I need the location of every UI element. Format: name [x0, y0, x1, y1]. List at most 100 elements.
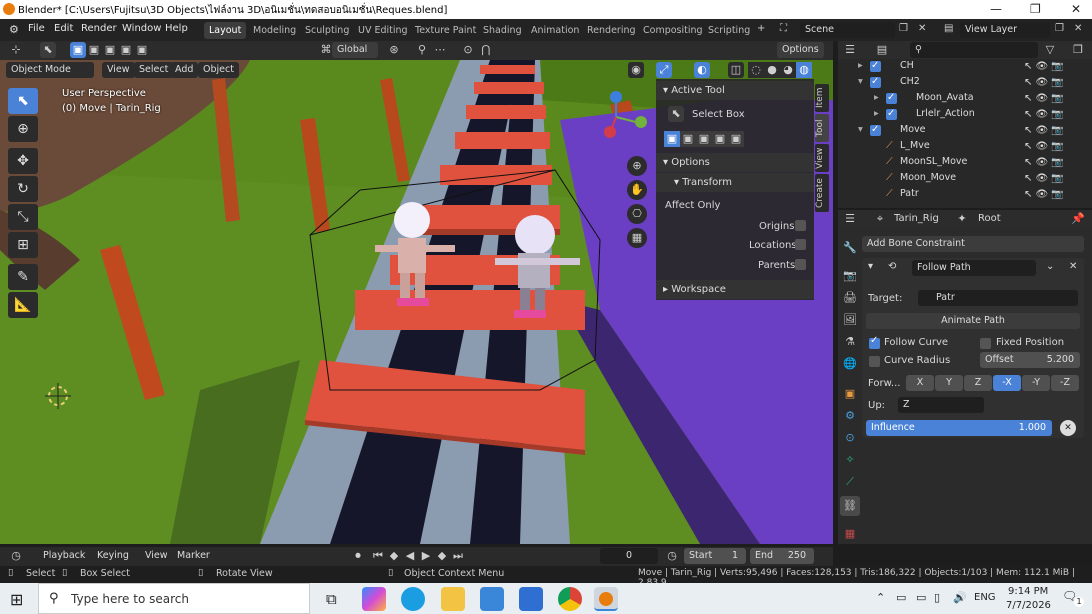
wireframe-shading-icon[interactable]: ◌ — [748, 62, 764, 78]
tab-sculpting[interactable]: Sculpting — [300, 22, 354, 39]
outliner-search-input[interactable]: ⚲ — [910, 42, 1038, 58]
render-tab-icon[interactable]: 📷 — [840, 266, 860, 286]
clock-date[interactable]: 7/7/2026 — [1006, 600, 1051, 611]
xray-icon[interactable]: ◫ — [728, 62, 744, 78]
data-tab-icon[interactable]: ⟋ — [840, 472, 860, 492]
mode-selector[interactable]: Object Mode — [6, 62, 94, 78]
forward-neg-x-button[interactable]: -X — [993, 375, 1021, 391]
annotate-tool-icon[interactable]: ✎ — [8, 264, 38, 290]
collapse-icon[interactable]: ▾ — [868, 261, 873, 272]
ortho-toggle-icon[interactable]: ▦ — [627, 228, 647, 248]
material-shading-icon[interactable]: ◕ — [780, 62, 796, 78]
jump-end-icon[interactable]: ⏭ — [450, 548, 466, 564]
move-tool-icon[interactable]: ✥ — [8, 148, 38, 174]
menu-edit[interactable]: Edit — [54, 23, 73, 34]
transform-tool-icon[interactable]: ⊞ — [8, 232, 38, 258]
record-icon[interactable]: ⏺ — [350, 548, 366, 564]
start-frame-field[interactable]: Start 1 — [684, 548, 746, 564]
snap-icon[interactable]: ⚲ — [414, 42, 430, 58]
view-layer-tab-icon[interactable]: 🖼 — [840, 310, 860, 330]
fixed-position-checkbox[interactable] — [980, 338, 991, 349]
store-icon[interactable] — [480, 587, 504, 611]
camera-view-icon[interactable]: ⎔ — [627, 204, 647, 224]
clock-time[interactable]: 9:14 PM — [1008, 586, 1048, 597]
select-tool-icon[interactable]: ⬉ — [40, 42, 56, 58]
delete-constraint-icon[interactable]: ✕ — [1069, 261, 1077, 272]
tab-shading[interactable]: Shading — [478, 22, 527, 39]
visibility-icon[interactable]: ◉ — [628, 62, 644, 78]
options-section[interactable]: ▾ Options — [656, 153, 814, 172]
scene-tab-icon[interactable]: ⚗ — [840, 332, 860, 352]
particles-tab-icon[interactable]: ⊙ — [840, 428, 860, 448]
blender-taskbar-icon[interactable] — [594, 587, 618, 611]
curve-radius-checkbox[interactable] — [869, 356, 880, 367]
tab-modeling[interactable]: Modeling — [248, 22, 301, 39]
volume-icon[interactable]: 🔊 — [953, 591, 967, 604]
modifier-tab-icon[interactable]: ⚙ — [840, 406, 860, 426]
copilot-icon[interactable] — [362, 587, 386, 611]
tab-uv-editing[interactable]: UV Editing — [353, 22, 413, 39]
constraint-name-field[interactable]: Follow Path — [912, 260, 1036, 276]
playback-menu[interactable]: Playback — [38, 548, 91, 564]
overlay-icon[interactable]: ◐ — [694, 62, 710, 78]
snap-target-icon[interactable]: ⋯ — [432, 42, 448, 58]
new-scene-icon[interactable]: ❐ — [899, 23, 908, 34]
physics-tab-icon[interactable]: ✧ — [840, 450, 860, 470]
object-tab-icon[interactable]: ▣ — [840, 384, 860, 404]
play-icon[interactable]: ▶ — [418, 548, 434, 564]
task-view-icon[interactable]: ⧉ — [326, 590, 337, 608]
battery-icon[interactable]: ▯ — [934, 591, 940, 604]
affect-origins-checkbox[interactable] — [795, 220, 806, 231]
new-view-layer-icon[interactable]: ❐ — [1055, 23, 1064, 34]
world-tab-icon[interactable]: 🌐 — [840, 354, 860, 374]
select-mode-intersect-icon[interactable]: ▣ — [134, 42, 150, 58]
tab-create[interactable]: Create — [815, 174, 829, 212]
forward-x-button[interactable]: X — [906, 375, 934, 391]
up-axis-dropdown[interactable]: Z — [898, 397, 984, 413]
system-tray-icon[interactable]: ▭ — [896, 591, 906, 604]
menu-view[interactable]: View — [102, 62, 135, 78]
tool-mode-invert-icon[interactable]: ▣ — [712, 131, 728, 147]
forward-y-button[interactable]: Y — [935, 375, 963, 391]
file-explorer-icon[interactable] — [441, 587, 465, 611]
marker-menu[interactable]: Marker — [172, 548, 215, 564]
follow-curve-checkbox[interactable] — [869, 335, 880, 349]
menu-render[interactable]: Render — [81, 23, 117, 34]
measure-tool-icon[interactable]: 📐 — [8, 292, 38, 318]
mail-icon[interactable] — [519, 587, 543, 611]
taskbar-search-box[interactable]: ⚲ Type here to search — [38, 583, 310, 614]
delete-scene-icon[interactable]: ✕ — [918, 23, 926, 34]
chevron-up-icon[interactable]: ⌃ — [876, 591, 885, 604]
select-mode-new-icon[interactable]: ▣ — [70, 42, 86, 58]
windows-start-icon[interactable]: ⊞ — [10, 590, 23, 609]
current-frame-field[interactable]: 0 — [600, 548, 658, 564]
tab-layout[interactable]: Layout — [204, 22, 247, 39]
keying-menu[interactable]: Keying — [92, 548, 134, 564]
tool-mode-subtract-icon[interactable]: ▣ — [696, 131, 712, 147]
scale-tool-icon[interactable]: ⤡ — [8, 204, 38, 230]
select-mode-extend-icon[interactable]: ▣ — [86, 42, 102, 58]
options-dropdown[interactable]: Options — [777, 42, 824, 58]
transform-orientation-dropdown[interactable]: Global — [332, 42, 378, 58]
gizmo-icon[interactable]: ⤢ — [656, 62, 672, 78]
tool-tab-icon[interactable]: 🔧 — [840, 238, 860, 258]
menu-file[interactable]: File — [28, 23, 45, 34]
menu-help[interactable]: Help — [165, 23, 188, 34]
texture-tab-icon[interactable]: ▦ — [840, 524, 860, 544]
tab-compositing[interactable]: Compositing — [638, 22, 708, 39]
disable-keep-transform-icon[interactable]: ✕ — [1060, 420, 1076, 436]
tab-scripting[interactable]: Scripting — [703, 22, 755, 39]
pan-icon[interactable]: ✋ — [627, 180, 647, 200]
delete-view-layer-icon[interactable]: ✕ — [1074, 23, 1082, 34]
select-mode-subtract-icon[interactable]: ▣ — [102, 42, 118, 58]
zoom-icon[interactable]: ⊕ — [627, 156, 647, 176]
next-keyframe-icon[interactable]: ◆ — [434, 548, 450, 564]
prev-keyframe-icon[interactable]: ◆ — [386, 548, 402, 564]
view-layer-selector[interactable]: View Layer — [960, 22, 1050, 38]
close-icon[interactable]: ✕ — [1071, 2, 1081, 16]
transform-section[interactable]: ▾ Transform — [656, 173, 814, 192]
scene-icon[interactable]: ⛶ — [780, 23, 787, 34]
chrome-icon[interactable] — [558, 587, 582, 611]
select-mode-invert-icon[interactable]: ▣ — [118, 42, 134, 58]
bone-constraint-tab-icon[interactable]: ⛓ — [840, 496, 860, 516]
